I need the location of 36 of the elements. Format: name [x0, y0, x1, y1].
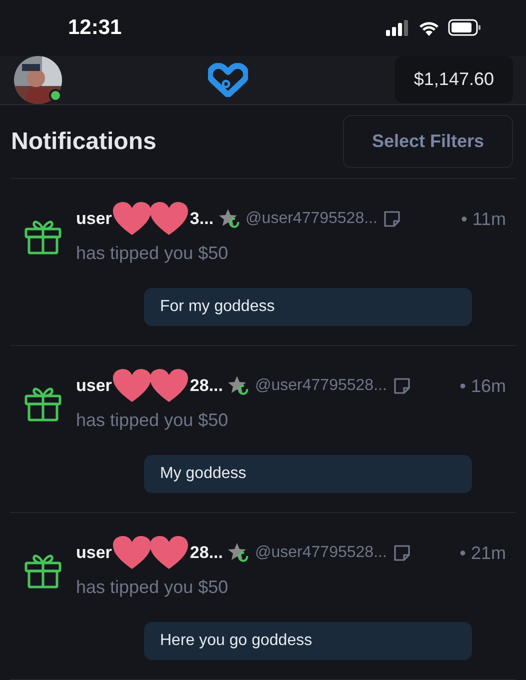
user-name[interactable]: user: [76, 543, 112, 563]
star-icon: [218, 208, 242, 230]
user-name[interactable]: user: [76, 376, 112, 396]
tip-text: has tipped you $50: [76, 577, 230, 598]
tip-message: For my goddess: [144, 288, 472, 326]
tip-message: My goddess: [144, 455, 472, 493]
page-title: Notifications: [11, 128, 156, 156]
tip-text: has tipped you $50: [76, 410, 230, 431]
user-handle[interactable]: @user47795528...: [246, 210, 378, 228]
balance-button[interactable]: $1,147.60: [394, 56, 513, 104]
tip-text: has tipped you $50: [76, 243, 230, 264]
user-name[interactable]: 28...: [190, 376, 224, 396]
status-time: 12:31: [68, 16, 122, 40]
user-name[interactable]: user: [76, 209, 112, 229]
note-icon[interactable]: [392, 377, 411, 395]
note-icon[interactable]: [383, 210, 402, 228]
user-handle[interactable]: @user47795528...: [255, 377, 387, 395]
time-ago: • 21m: [460, 542, 506, 564]
heart-icon: [148, 201, 189, 237]
time-ago: • 16m: [460, 376, 506, 396]
user-name[interactable]: 28...: [190, 543, 224, 563]
note-icon[interactable]: [392, 544, 411, 562]
battery-icon: [448, 19, 482, 36]
heart-icon: [112, 368, 152, 404]
heart-icon: [148, 368, 189, 404]
signal-icon: [386, 20, 410, 36]
heart-icon: [148, 535, 189, 571]
filter-button[interactable]: Select Filters: [343, 115, 513, 168]
tip-message: Here you go goddess: [144, 622, 472, 660]
time-ago: • 11m: [461, 208, 506, 230]
user-name[interactable]: 3...: [190, 209, 214, 229]
heart-icon: [112, 201, 152, 237]
user-handle[interactable]: @user47795528...: [255, 544, 387, 562]
heart-icon: [112, 535, 152, 571]
logo-icon: [208, 62, 248, 97]
wifi-icon: [418, 20, 440, 36]
